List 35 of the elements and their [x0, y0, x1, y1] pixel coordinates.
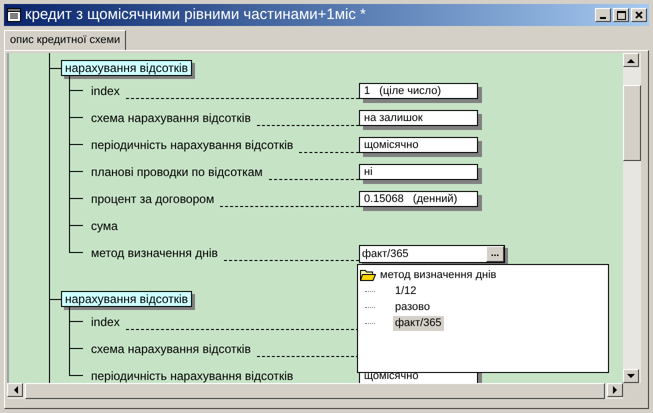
- field-label: періодичність нарахування відсотків: [91, 368, 294, 383]
- field-label: index: [91, 314, 120, 330]
- close-icon: [635, 11, 643, 19]
- right-arrow-icon: [612, 386, 618, 394]
- folder-icon: [360, 269, 376, 281]
- field-label: планові проводки по відсоткам: [91, 164, 263, 180]
- field-label: метод визначення днів: [91, 244, 218, 262]
- group-node[interactable]: нарахування відсотків: [61, 60, 192, 76]
- combo-field[interactable]: факт/365 ...: [359, 244, 505, 262]
- minimize-button[interactable]: [595, 8, 611, 22]
- field-label: сума: [91, 218, 118, 234]
- field-label: періодичність нарахування відсотків: [91, 136, 294, 154]
- close-button[interactable]: [631, 8, 647, 22]
- up-arrow-icon: [627, 58, 635, 62]
- scroll-right-button[interactable]: [607, 383, 623, 397]
- window-title: кредит з щомісячними рівними частинами+1міс *: [25, 4, 366, 25]
- maximize-button[interactable]: [613, 8, 629, 22]
- field-label: процент за договором: [91, 190, 214, 208]
- tab[interactable]: опис кредитної схеми: [4, 30, 126, 50]
- scroll-left-button[interactable]: [7, 383, 23, 397]
- group-node[interactable]: нарахування відсотків: [61, 291, 192, 307]
- scroll-down-button[interactable]: [623, 369, 639, 383]
- scroll-up-button[interactable]: [623, 53, 639, 67]
- down-arrow-icon: [627, 374, 635, 378]
- document-icon: [6, 7, 22, 23]
- vertical-scrollbar[interactable]: [623, 53, 641, 383]
- dropdown-title: метод визначення днів: [380, 268, 496, 283]
- field-label: схема нарахування відсотків: [91, 340, 251, 358]
- dropdown-option[interactable]: факт/365: [393, 316, 444, 330]
- left-arrow-icon: [12, 386, 18, 394]
- browse-button[interactable]: ...: [486, 246, 504, 262]
- field-label: index: [91, 82, 120, 100]
- maximize-icon: [616, 10, 626, 20]
- scroll-thumb[interactable]: [623, 85, 641, 161]
- field-label: схема нарахування відсотків: [91, 110, 251, 126]
